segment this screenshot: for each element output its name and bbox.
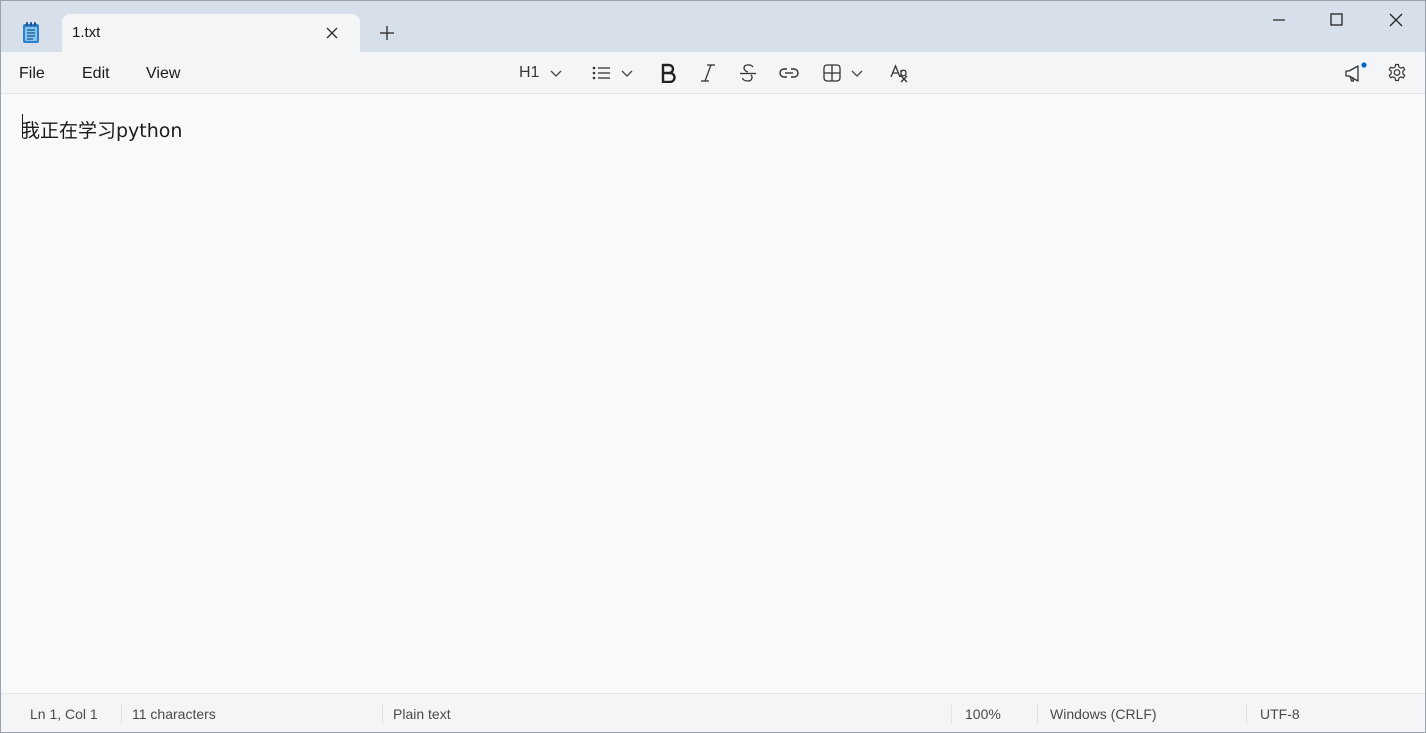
text-editor[interactable]: 我正在学习python — [1, 94, 1425, 692]
notification-dot — [1361, 62, 1367, 68]
chevron-down-icon — [550, 70, 562, 77]
gear-icon — [1388, 63, 1406, 82]
title-bar: 1.txt — [1, 1, 1425, 52]
status-divider — [1037, 704, 1038, 724]
menu-edit[interactable]: Edit — [82, 65, 110, 83]
chevron-down-icon — [621, 70, 633, 77]
italic-icon — [701, 64, 715, 82]
clear-formatting-icon — [890, 64, 908, 83]
notepad-window: 1.txt File Edit View H1 我正在学习python Ln 1… — [0, 0, 1426, 733]
status-divider — [951, 704, 952, 724]
zoom-level[interactable]: 100% — [965, 706, 1001, 722]
link-icon — [779, 68, 799, 78]
notepad-app-icon — [23, 22, 39, 43]
link-button[interactable] — [778, 62, 800, 84]
cursor-position: Ln 1, Col 1 — [30, 706, 98, 722]
tab-1-txt[interactable]: 1.txt — [62, 14, 360, 52]
whats-new-button[interactable] — [1343, 62, 1367, 84]
line-ending[interactable]: Windows (CRLF) — [1050, 706, 1157, 722]
tab-title: 1.txt — [72, 24, 101, 41]
document-text[interactable]: 我正在学习python — [21, 116, 182, 143]
document-format[interactable]: Plain text — [393, 706, 451, 722]
character-count: 11 characters — [132, 706, 216, 722]
table-dropdown[interactable] — [822, 62, 864, 84]
heading-dropdown[interactable]: H1 — [519, 62, 563, 84]
menu-view[interactable]: View — [146, 65, 180, 83]
close-tab-icon[interactable] — [324, 25, 340, 41]
minimize-icon[interactable] — [1269, 10, 1289, 30]
status-divider — [1246, 704, 1247, 724]
megaphone-icon — [1345, 62, 1367, 82]
bold-button[interactable] — [659, 62, 677, 84]
bold-icon — [661, 63, 676, 83]
list-dropdown[interactable] — [591, 62, 634, 84]
table-icon — [823, 64, 841, 82]
heading-label: H1 — [519, 64, 540, 81]
list-icon — [592, 66, 610, 80]
strikethrough-button[interactable] — [739, 62, 757, 84]
clear-formatting-button[interactable] — [890, 62, 910, 84]
maximize-icon[interactable] — [1327, 10, 1347, 30]
status-bar: Ln 1, Col 1 11 characters Plain text 100… — [1, 693, 1425, 732]
italic-button[interactable] — [699, 62, 717, 84]
status-divider — [121, 704, 122, 724]
menu-file[interactable]: File — [19, 65, 45, 83]
settings-button[interactable] — [1387, 62, 1407, 84]
text-caret — [22, 114, 23, 138]
menu-toolbar: File Edit View H1 — [1, 52, 1425, 94]
new-tab-icon[interactable] — [378, 24, 396, 42]
encoding[interactable]: UTF-8 — [1260, 706, 1300, 722]
status-divider — [382, 704, 383, 724]
chevron-down-icon — [851, 70, 863, 77]
strikethrough-icon — [740, 64, 756, 82]
close-window-icon[interactable] — [1386, 10, 1406, 30]
